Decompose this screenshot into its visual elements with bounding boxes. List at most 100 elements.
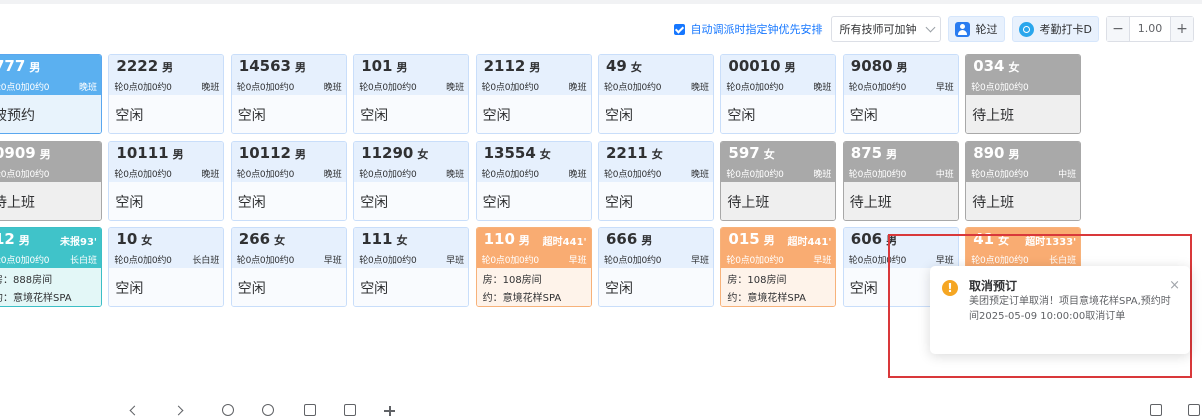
- tech-status: 空闲: [849, 281, 878, 297]
- technician-card[interactable]: 10112 男轮0点0加0约0 晚班 空闲: [230, 140, 347, 221]
- tech-number: 10112: [238, 143, 291, 162]
- tech-stats: 轮0点0加0约0: [0, 83, 50, 93]
- tech-number: 49: [606, 57, 627, 75]
- tech-gender: 男: [294, 61, 306, 74]
- tech-name: 2222 男: [116, 57, 173, 75]
- zoom-out-icon[interactable]: [222, 404, 234, 416]
- tech-shift: 晚班: [201, 83, 220, 93]
- export-icon[interactable]: [1150, 404, 1162, 416]
- tech-status: 空闲: [605, 194, 633, 211]
- technician-card[interactable]: 49 女轮0点0加0约0 晚班 空闲: [598, 54, 714, 134]
- attendance-button[interactable]: 考勤打卡D: [1011, 16, 1099, 42]
- technician-card[interactable]: 875 男轮0点0加0约0 中班 待上班: [842, 140, 959, 221]
- tech-shift: 晚班: [446, 83, 465, 93]
- zoom-stepper[interactable]: − 1.00 +: [1106, 16, 1194, 42]
- technician-card[interactable]: 14563 男轮0点0加0约0 晚班 空闲: [230, 54, 347, 134]
- tech-gender: 男: [896, 61, 908, 74]
- tech-stats: 轮0点0加0约0: [604, 83, 662, 93]
- card-body: 空闲: [843, 95, 958, 133]
- tech-name: 14563 男: [239, 57, 306, 75]
- tech-stats: 轮0点0加0约0: [481, 83, 540, 93]
- technician-card[interactable]: 2211 女轮0点0加0约0 晚班 空闲: [598, 140, 714, 221]
- card-body: 待上班: [966, 181, 1081, 220]
- tech-status: 空闲: [605, 281, 633, 297]
- tech-status: 空闲: [360, 194, 389, 211]
- tech-status: 空闲: [849, 108, 878, 124]
- technician-card[interactable]: 015 男 超时441' 轮0点0加0约0 早班 房：108房间 约：意境花样SPA: [720, 227, 837, 307]
- tech-gender: 男: [763, 234, 775, 247]
- tech-name: 777男: [0, 57, 40, 75]
- card-body: 空闲: [109, 95, 224, 133]
- card-header: 10111 男轮0点0加0约0 晚班: [109, 141, 224, 182]
- auto-dispatch-checkbox[interactable]: 自动调派时指定钟优先安排: [673, 21, 823, 37]
- card-header: 034 女轮0点0加0约0: [966, 55, 1081, 95]
- back-icon[interactable]: [128, 404, 140, 416]
- tech-number: 13554: [483, 143, 536, 162]
- technician-card[interactable]: 110 男 超时441' 轮0点0加0约0 早班 房：108房间 约：意境花样SPA: [475, 227, 592, 307]
- technician-card[interactable]: 11290 女轮0点0加0约0 晚班 空闲: [353, 140, 470, 221]
- tech-number: 10: [116, 230, 138, 248]
- technician-card[interactable]: 777男轮0点0加0约0 晚班被预约: [0, 54, 102, 134]
- technician-card[interactable]: 111 女轮0点0加0约0 早班 空闲: [353, 227, 470, 307]
- overtime-filter-select[interactable]: 所有技师可加钟: [830, 16, 941, 42]
- tech-stats: 轮0点0加0约0: [236, 169, 295, 180]
- stepper-minus-button[interactable]: −: [1107, 17, 1129, 41]
- technician-card[interactable]: 597 女轮0点0加0约0 晚班 待上班: [720, 140, 837, 221]
- tech-number: 777: [0, 57, 26, 75]
- technician-card[interactable]: 0909男轮0点0加0约0 待上班: [0, 140, 102, 221]
- card-body: 空闲: [721, 95, 836, 133]
- technician-card[interactable]: 9080 男轮0点0加0约0 早班 空闲: [842, 54, 959, 134]
- technician-card[interactable]: 666 男轮0点0加0约0 早班 空闲: [598, 227, 714, 307]
- tech-gender: 男: [529, 61, 541, 74]
- technician-card[interactable]: 10 女轮0点0加0约0 长白班 空闲: [108, 227, 225, 307]
- technician-card[interactable]: 2112 男轮0点0加0约0 晚班 空闲: [475, 54, 592, 134]
- technician-card[interactable]: 2222 男轮0点0加0约0 晚班 空闲: [108, 54, 225, 134]
- tech-gender: 男: [294, 147, 306, 161]
- tech-gender: 女: [396, 234, 408, 247]
- technician-card[interactable]: 13554 女轮0点0加0约0 晚班 空闲: [475, 140, 592, 221]
- rotate-icon[interactable]: [344, 404, 356, 416]
- notification-message: 美团预定订单取消！项目意境花样SPA,预约时间2025-05-09 10:00:…: [969, 296, 1171, 322]
- tech-number: 266: [238, 230, 271, 248]
- screenshot-icon[interactable]: [304, 404, 316, 416]
- card-header: 10112 男轮0点0加0约0 晚班: [231, 141, 346, 182]
- tech-status: 待上班: [972, 108, 1015, 124]
- technician-card[interactable]: 12男 未报93' 轮0点0加0约0 长白班房：888房间约：意境花样SPA: [0, 227, 102, 307]
- card-body: 空闲: [231, 95, 346, 133]
- fullscreen-icon[interactable]: [1188, 404, 1200, 416]
- rotate-label: 轮过: [975, 23, 998, 36]
- technician-card[interactable]: 890 男轮0点0加0约0 中班 待上班: [965, 140, 1082, 221]
- tech-stats: 轮0点0加0约0: [726, 83, 784, 93]
- technician-card[interactable]: 101 男轮0点0加0约0 晚班 空闲: [353, 54, 470, 134]
- tech-stats: 轮0点0加0约0: [848, 169, 907, 180]
- card-body: 被预约: [0, 95, 101, 133]
- auto-dispatch-label: 自动调派时指定钟优先安排: [690, 23, 823, 36]
- add-icon[interactable]: [384, 404, 396, 416]
- tech-shift: 中班: [935, 169, 954, 180]
- stepper-value[interactable]: 1.00: [1129, 17, 1171, 41]
- tech-number: 11290: [361, 143, 414, 162]
- technician-card[interactable]: 266 女轮0点0加0约0 早班 空闲: [230, 227, 347, 307]
- tech-gender: 男: [784, 61, 796, 74]
- technician-card[interactable]: 10111 男轮0点0加0约0 晚班 空闲: [108, 140, 225, 221]
- technician-card[interactable]: 00010 男轮0点0加0约0 晚班 空闲: [720, 54, 837, 134]
- tech-shift: 晚班: [446, 169, 465, 180]
- card-body: 待上班: [966, 95, 1081, 133]
- checkbox-checked-icon[interactable]: [673, 23, 685, 35]
- tech-number: 606: [850, 230, 883, 248]
- tech-number: 111: [361, 230, 393, 248]
- tech-shift: 晚班: [78, 83, 97, 93]
- technician-card[interactable]: 034 女轮0点0加0约0 待上班: [965, 54, 1082, 134]
- card-body: 房：108房间 约：意境花样SPA: [721, 268, 836, 306]
- close-icon[interactable]: ×: [1169, 278, 1180, 293]
- tech-stats: 轮0点0加0约0: [359, 83, 417, 93]
- rotate-button[interactable]: 轮过: [947, 16, 1005, 42]
- tech-name: 0909男: [0, 144, 51, 162]
- tech-stats: 轮0点0加0约0: [0, 169, 50, 180]
- bottom-toolbar: [0, 398, 1202, 416]
- zoom-in-icon[interactable]: [262, 404, 274, 416]
- stepper-plus-button[interactable]: +: [1171, 17, 1193, 41]
- tech-name: 015 男: [728, 230, 774, 248]
- card-body: 房：888房间约：意境花样SPA: [0, 268, 101, 306]
- forward-icon[interactable]: [172, 404, 184, 416]
